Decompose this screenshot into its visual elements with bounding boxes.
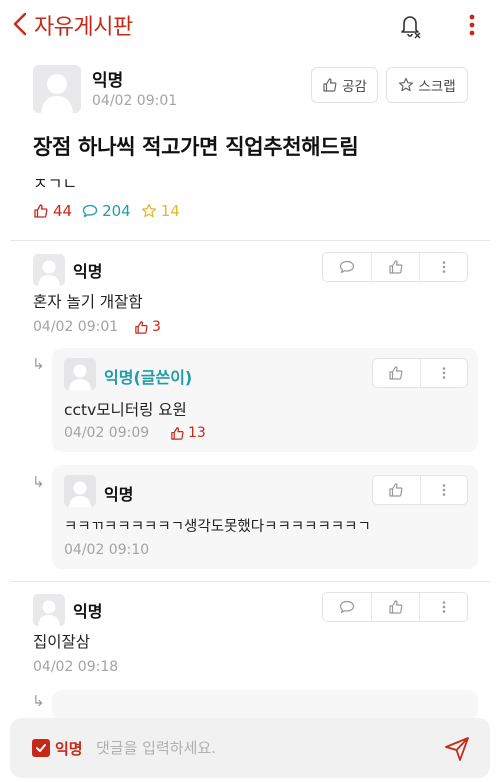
- reply-more-button[interactable]: [419, 359, 467, 387]
- thumbs-up-icon: [171, 426, 184, 440]
- comment-like-button[interactable]: [371, 593, 419, 621]
- comment-avatar: [33, 594, 65, 626]
- post-author-name: 익명: [92, 71, 124, 91]
- post-divider: [10, 240, 490, 241]
- reply-timestamp: 04/02 09:10: [64, 542, 150, 558]
- post-comment-count: 204: [82, 202, 131, 220]
- comment-more-button[interactable]: [419, 593, 467, 621]
- thumbs-up-icon: [34, 204, 48, 218]
- comment-more-button[interactable]: [419, 253, 467, 281]
- star-outline-icon: [399, 77, 414, 92]
- post-author-avatar: [33, 65, 81, 113]
- speech-bubble-icon: [339, 260, 355, 274]
- reply-like-count-value: 13: [188, 425, 206, 441]
- reply-item: 익명(글쓴이) cctv모니터링 요원 04/02 09:09 13: [52, 348, 478, 452]
- thumbs-up-icon: [388, 600, 402, 614]
- notification-toggle-button[interactable]: [396, 11, 424, 39]
- comment-timestamp: 04/02 09:18: [33, 659, 119, 675]
- more-vertical-icon: [442, 484, 446, 496]
- post-like-button-label: 공감: [342, 79, 367, 95]
- send-button[interactable]: [443, 735, 471, 763]
- post-timestamp: 04/02 09:01: [92, 93, 178, 109]
- thumbs-up-icon: [323, 78, 337, 92]
- post-comment-count-value: 204: [102, 202, 131, 220]
- board-title: 자유게시판: [34, 15, 133, 40]
- more-vertical-icon: [469, 14, 475, 36]
- thumbs-up-icon: [388, 260, 402, 274]
- chevron-left-icon: [13, 12, 27, 36]
- more-options-button[interactable]: [462, 11, 482, 39]
- reply-like-button[interactable]: [373, 359, 420, 387]
- post-scrap-button[interactable]: 스크랩: [386, 67, 468, 103]
- reply-arrow-icon: ↳: [32, 473, 45, 491]
- reply-arrow-icon: ↳: [32, 692, 45, 710]
- reply-like-button[interactable]: [373, 476, 420, 504]
- anonymous-label[interactable]: 익명: [55, 738, 83, 759]
- comment-text: 집이잘삼: [33, 633, 91, 651]
- post-title: 장점 하나씩 적고가면 직업추천해드림: [33, 135, 359, 159]
- comment-like-button[interactable]: [371, 253, 419, 281]
- thumbs-up-icon: [389, 483, 403, 497]
- top-bar: 자유게시판: [0, 0, 500, 50]
- thumbs-up-icon: [389, 366, 403, 380]
- reply-timestamp: 04/02 09:09: [64, 425, 150, 441]
- comment-text: 혼자 놀기 개잘함: [33, 293, 143, 311]
- post-like-count: 44: [33, 202, 72, 220]
- default-avatar-icon: [33, 65, 81, 113]
- comment-actions: [322, 252, 468, 282]
- reply-text: ㅋㅋㄲㅋㅋㅋㅋㅋㄱ생각도못했다ㅋㅋㅋㅋㅋㅋㅋㄱ: [64, 519, 371, 535]
- comment-avatar: [33, 254, 65, 286]
- reply-text: cctv모니터링 요원: [64, 401, 187, 419]
- comment-actions: [322, 592, 468, 622]
- default-avatar-icon: [64, 475, 96, 507]
- comment-timestamp: 04/02 09:01: [33, 319, 119, 335]
- reply-arrow-icon: ↳: [32, 355, 45, 373]
- reply-avatar: [64, 475, 96, 507]
- anonymous-checkbox[interactable]: [32, 739, 50, 757]
- comment-author: 익명: [73, 602, 103, 621]
- reply-author: 익명(글쓴이): [104, 368, 193, 387]
- reply-button[interactable]: [323, 253, 371, 281]
- speech-bubble-icon: [82, 204, 98, 218]
- default-avatar-icon: [33, 254, 65, 286]
- comment-like-count-value: 3: [152, 319, 161, 335]
- comment-author: 익명: [73, 262, 103, 281]
- reply-actions: [372, 475, 468, 505]
- reply-item-partial: [52, 690, 478, 720]
- post-scrap-count-value: 14: [160, 202, 180, 220]
- more-vertical-icon: [442, 367, 446, 379]
- back-button[interactable]: [10, 10, 32, 38]
- reply-item: 익명 ㅋㅋㄲㅋㅋㅋㅋㅋㄱ생각도못했다ㅋㅋㅋㅋㅋㅋㅋㄱ 04/02 09:10: [52, 465, 478, 569]
- comment-divider: [10, 581, 490, 582]
- send-icon: [445, 737, 469, 761]
- reply-like-count: 13: [170, 425, 206, 441]
- checkmark-icon: [36, 744, 46, 752]
- reply-avatar: [64, 358, 96, 390]
- thumbs-up-icon: [135, 320, 148, 334]
- post-stats: 44 204 14: [33, 202, 180, 220]
- bell-off-icon: [401, 16, 421, 39]
- comment-input[interactable]: [96, 736, 426, 760]
- default-avatar-icon: [64, 358, 96, 390]
- speech-bubble-icon: [339, 600, 355, 614]
- post-like-count-value: 44: [53, 202, 73, 220]
- star-outline-icon: [141, 203, 156, 218]
- reply-more-button[interactable]: [419, 476, 467, 504]
- reply-button[interactable]: [323, 593, 371, 621]
- post-scrap-button-label: 스크랩: [418, 79, 456, 95]
- more-vertical-icon: [442, 261, 445, 273]
- post-like-button[interactable]: 공감: [311, 67, 378, 103]
- post-body: ㅈㄱㄴ: [33, 174, 78, 193]
- comment-like-count: 3: [134, 319, 161, 335]
- comment-composer: 익명: [10, 718, 490, 778]
- reply-actions: [372, 358, 468, 388]
- default-avatar-icon: [33, 594, 65, 626]
- reply-author: 익명: [104, 485, 134, 504]
- post-scrap-count: 14: [141, 202, 180, 220]
- more-vertical-icon: [442, 601, 445, 613]
